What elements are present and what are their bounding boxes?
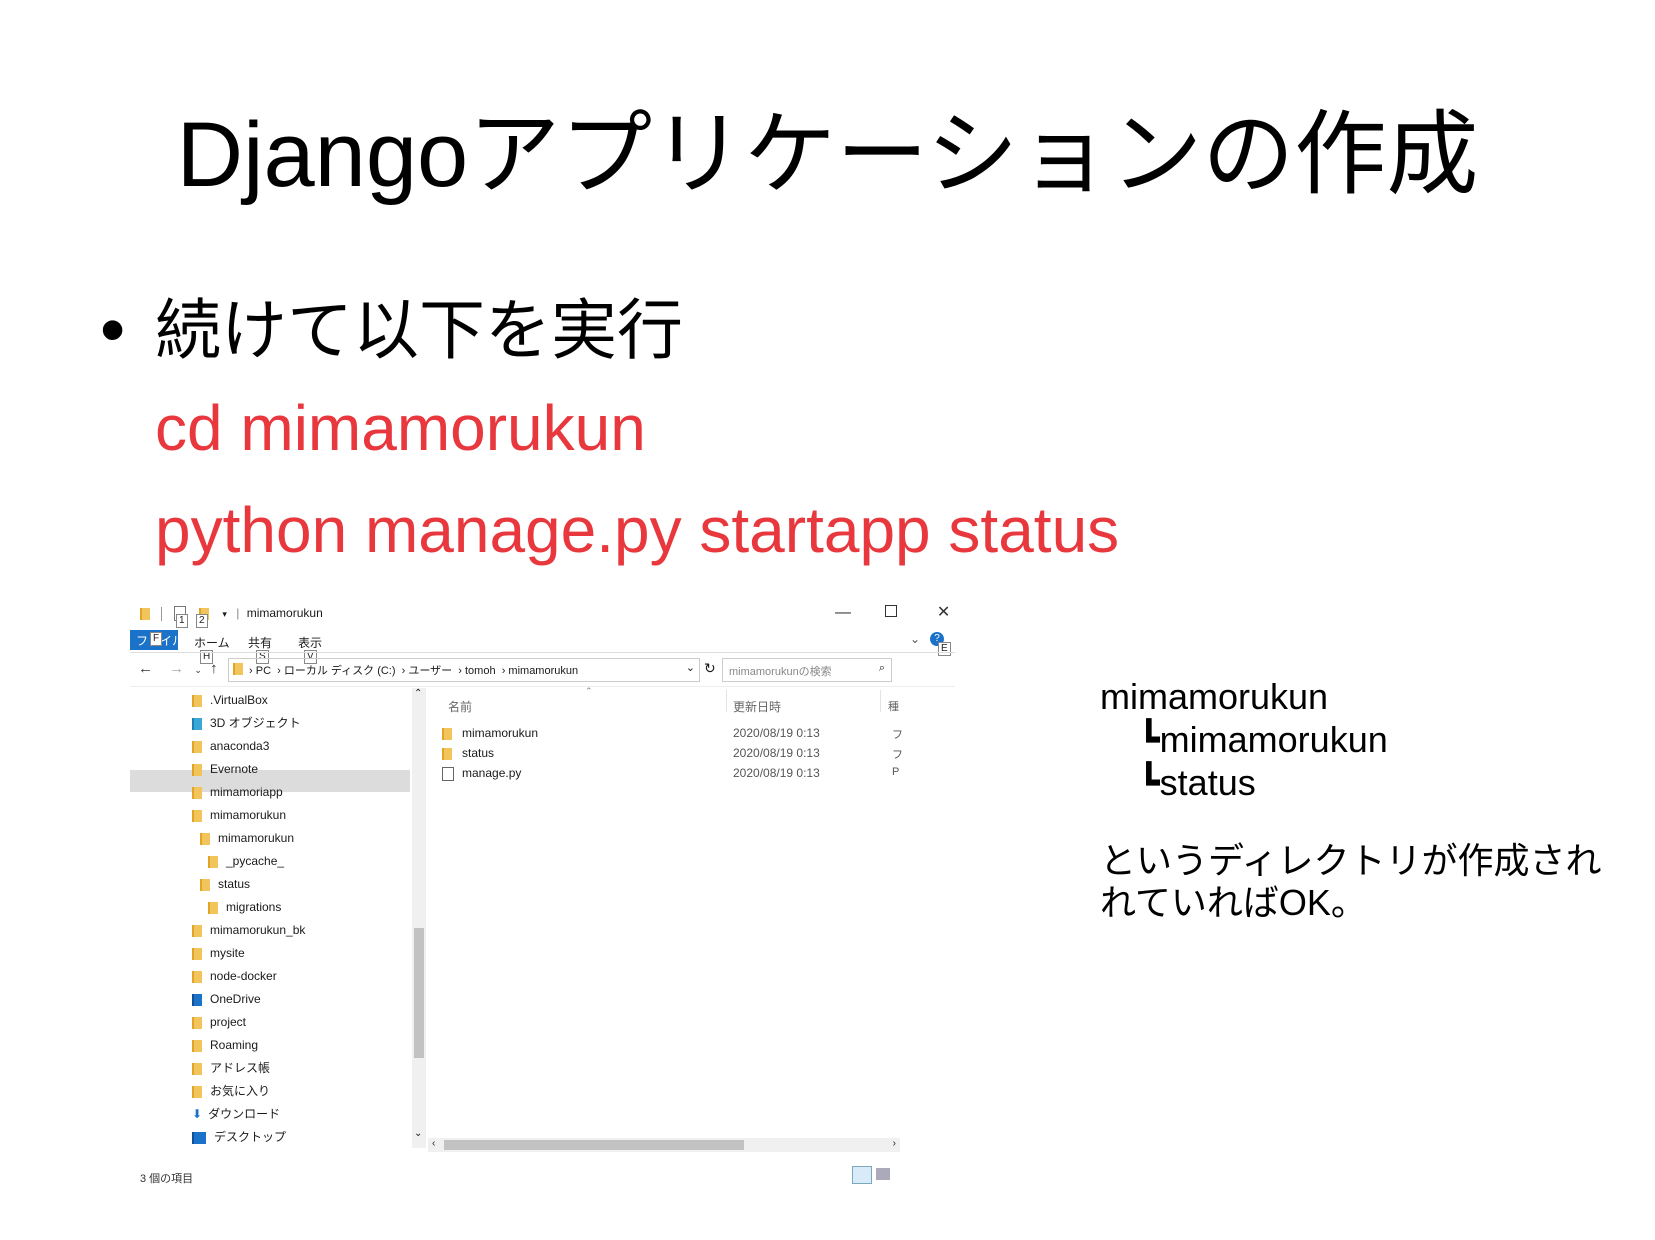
hscroll-thumb[interactable] xyxy=(444,1140,744,1150)
refresh-icon[interactable]: ↻ xyxy=(704,660,716,677)
tree-scrollbar[interactable]: ⌃ ⌄ xyxy=(412,688,426,1148)
up-arrow-icon[interactable]: ↑ xyxy=(210,660,218,677)
tree-item[interactable]: _pycache_ xyxy=(208,853,284,869)
3d-objects-icon xyxy=(192,717,202,730)
tree-item[interactable]: 3D オブジェクト xyxy=(192,715,301,731)
breadcrumb-local-disk[interactable]: ローカル ディスク (C:) xyxy=(284,665,396,677)
note-line-2: れていればOK。 xyxy=(1100,882,1367,923)
qat-badge-1: 1 xyxy=(176,614,188,628)
scroll-up-icon: ⌃ xyxy=(414,688,423,699)
breadcrumb-pc[interactable]: PC xyxy=(256,665,271,677)
column-header-type[interactable]: 種 xyxy=(888,698,899,714)
address-dropdown-icon[interactable]: ⌄ xyxy=(686,661,695,674)
tab-file-badge: F xyxy=(150,632,163,646)
breadcrumb-user[interactable]: tomoh xyxy=(465,665,496,677)
file-type: P xyxy=(892,766,900,778)
search-box[interactable]: mimamorukunの検索 ⌕ xyxy=(722,658,892,682)
help-badge: E xyxy=(938,642,951,656)
tree-item-selected[interactable]: mimamorukun xyxy=(192,807,286,823)
command-startapp: python manage.py startapp status xyxy=(155,494,1120,566)
folder-icon xyxy=(442,747,452,760)
back-arrow-icon[interactable]: ← xyxy=(138,660,153,677)
breadcrumb-current[interactable]: mimamorukun xyxy=(508,665,578,677)
directory-tree-text: mimamorukun ┗mimamorukun ┗status xyxy=(1100,675,1388,804)
qat-dropdown-icon[interactable]: ▾ xyxy=(222,609,227,619)
bullet-marker: • xyxy=(100,290,126,370)
recent-dropdown-icon[interactable]: ⌄ xyxy=(194,665,202,675)
window-title: mimamorukun xyxy=(246,606,323,620)
title-bar: ▾ | mimamorukun xyxy=(140,606,323,622)
onedrive-icon xyxy=(192,993,202,1006)
file-type: フ xyxy=(892,749,903,761)
tree-item[interactable]: mysite xyxy=(192,945,245,961)
file-explorer-window: ▾ | mimamorukun 1 2 — ✕ ファイル F ホーム H 共有 … xyxy=(130,598,955,1198)
tab-view[interactable]: 表示 xyxy=(298,634,322,651)
tree-item[interactable]: アドレス帳 xyxy=(192,1060,270,1076)
folder-icon xyxy=(442,727,452,740)
ribbon-expand-icon[interactable]: ⌄ xyxy=(910,632,920,646)
tree-item[interactable]: デスクトップ xyxy=(192,1129,286,1145)
file-type: フ xyxy=(892,729,903,741)
python-file-icon xyxy=(442,766,454,781)
navigation-pane[interactable]: .VirtualBox 3D オブジェクト anaconda3 Evernote… xyxy=(130,688,425,1188)
tree-item[interactable]: anaconda3 xyxy=(192,738,269,754)
file-date: 2020/08/19 0:13 xyxy=(733,726,820,740)
tree-item[interactable]: OneDrive xyxy=(192,991,261,1007)
file-row[interactable]: status xyxy=(442,746,494,760)
file-list-hscrollbar[interactable]: ‹ › xyxy=(428,1138,900,1152)
tree-item[interactable]: .VirtualBox xyxy=(192,692,268,708)
bullet-text: 続けて以下を実行 xyxy=(155,293,683,367)
folder-icon xyxy=(140,607,150,620)
tree-item[interactable]: mimamorukun_bk xyxy=(192,922,305,938)
tree-scroll-thumb[interactable] xyxy=(414,928,424,1058)
sort-indicator-icon: ⌃ xyxy=(585,686,593,696)
tree-line-project: ┗mimamorukun xyxy=(1138,719,1388,760)
minimize-button[interactable]: — xyxy=(835,604,851,621)
tree-item[interactable]: Roaming xyxy=(192,1037,258,1053)
ok-note: というディレクトリが作成され れていればOK。 xyxy=(1100,840,1601,924)
download-icon: ⬇ xyxy=(192,1107,203,1121)
tree-item[interactable]: node-docker xyxy=(192,968,277,984)
file-date: 2020/08/19 0:13 xyxy=(733,746,820,760)
scroll-right-icon: › xyxy=(892,1138,896,1149)
file-date: 2020/08/19 0:13 xyxy=(733,766,820,780)
tree-item[interactable]: ⬇ ダウンロード xyxy=(192,1106,280,1122)
column-header-name[interactable]: 名前 xyxy=(448,698,472,715)
maximize-button[interactable] xyxy=(885,605,898,617)
close-button[interactable]: ✕ xyxy=(937,604,950,621)
scroll-left-icon: ‹ xyxy=(432,1138,436,1149)
forward-arrow-icon[interactable]: → xyxy=(169,660,184,677)
tree-item[interactable]: project xyxy=(192,1014,246,1030)
tree-line-root: mimamorukun xyxy=(1100,676,1329,717)
slide-title: Djangoアプリケーションの作成 xyxy=(176,104,1479,206)
note-line-1: というディレクトリが作成され xyxy=(1100,840,1602,881)
tree-item[interactable]: status xyxy=(200,876,250,892)
details-view-icon[interactable] xyxy=(852,1166,872,1184)
qat-badge-2: 2 xyxy=(196,614,208,628)
column-header-date[interactable]: 更新日時 xyxy=(733,698,781,715)
tree-item[interactable]: お気に入り xyxy=(192,1083,270,1099)
desktop-icon xyxy=(192,1131,206,1144)
tree-line-status: ┗status xyxy=(1138,762,1256,803)
search-placeholder: mimamorukunの検索 xyxy=(729,666,832,678)
search-icon[interactable]: ⌕ xyxy=(879,662,885,675)
tree-item[interactable]: migrations xyxy=(208,899,281,915)
file-row[interactable]: manage.py xyxy=(442,766,521,781)
file-row[interactable]: mimamorukun xyxy=(442,726,538,740)
command-cd: cd mimamorukun xyxy=(155,392,646,464)
status-item-count: 3 個の項目 xyxy=(140,1173,194,1185)
address-bar[interactable]: › PC › ローカル ディスク (C:) › ユーザー › tomoh › m… xyxy=(228,658,700,682)
breadcrumb-users[interactable]: ユーザー xyxy=(408,665,452,677)
tree-item[interactable]: mimamorukun xyxy=(200,830,294,846)
tab-home[interactable]: ホーム xyxy=(194,634,230,651)
tree-item[interactable]: mimamoriapp xyxy=(192,784,283,800)
tree-item[interactable]: Evernote xyxy=(192,761,258,777)
large-icons-view-icon[interactable] xyxy=(876,1168,890,1180)
folder-icon xyxy=(233,663,243,675)
tab-share[interactable]: 共有 xyxy=(248,634,272,651)
scroll-down-icon: ⌄ xyxy=(414,1128,423,1139)
